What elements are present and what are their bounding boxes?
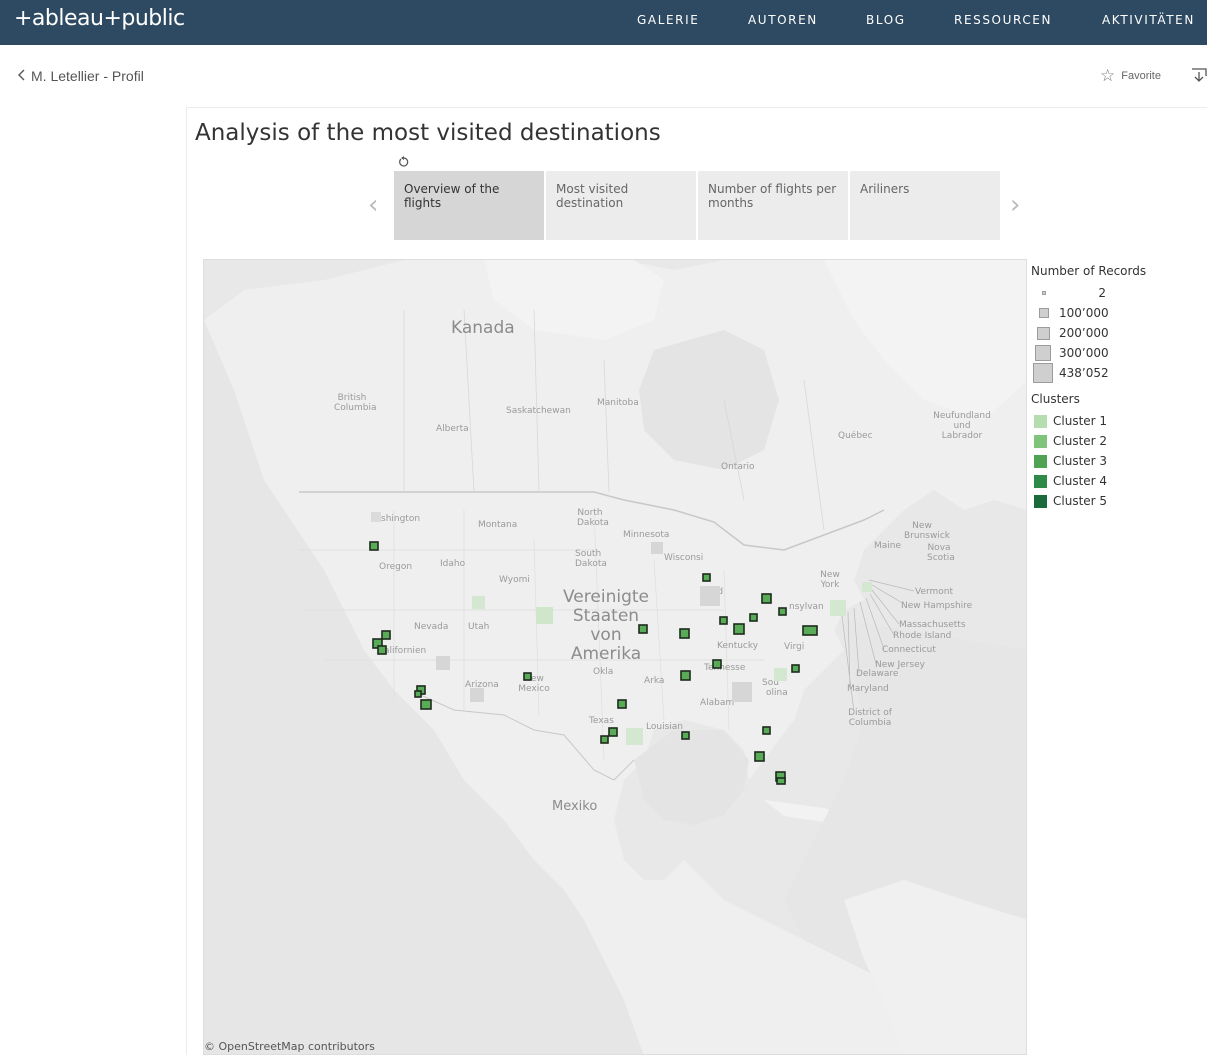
clusters-legend-title: Clusters [1031, 392, 1080, 406]
back-link-label: M. Letellier - Profil [31, 68, 144, 84]
cluster-legend-item[interactable]: Cluster 5 [1031, 492, 1207, 512]
cluster-swatch [1034, 435, 1047, 448]
size-legend-label: 200’000 [1059, 326, 1109, 340]
next-story-arrow[interactable]: › [1010, 190, 1020, 220]
cluster-legend-item[interactable]: Cluster 3 [1031, 452, 1207, 472]
nav-autoren[interactable]: AUTOREN [748, 13, 818, 27]
cluster-legend-item[interactable]: Cluster 2 [1031, 432, 1207, 452]
size-legend-item: 438’052 [1031, 363, 1207, 388]
cluster-legend-item[interactable]: Cluster 4 [1031, 472, 1207, 492]
size-legend-label: 300’000 [1059, 346, 1109, 360]
favorite-label: Favorite [1121, 70, 1161, 82]
favorite-button[interactable]: ☆ Favorite [1100, 66, 1161, 86]
cluster-swatch [1034, 455, 1047, 468]
cluster-label: Cluster 4 [1053, 474, 1108, 488]
tab-overview-of-the-flights[interactable]: Overview of the flights [394, 171, 544, 240]
airport-markers[interactable] [204, 260, 1027, 1055]
size-legend-item: 200’000 [1031, 324, 1207, 344]
back-to-profile-link[interactable]: M. Letellier - Profil [18, 68, 144, 84]
tab-most-visited-destination[interactable]: Most visited destination [546, 171, 696, 240]
cluster-swatch [1034, 475, 1047, 488]
nav-ressourcen[interactable]: RESSOURCEN [954, 13, 1052, 27]
cluster-legend-item[interactable]: Cluster 1 [1031, 412, 1207, 432]
cluster-swatch [1034, 415, 1047, 428]
cluster-swatch [1034, 495, 1047, 508]
star-icon: ☆ [1100, 66, 1116, 85]
download-icon[interactable] [1190, 66, 1207, 84]
size-legend-label: 2 [1098, 286, 1106, 300]
content-divider [186, 107, 1207, 108]
chevron-left-icon [18, 68, 25, 84]
map-legend: Number of Records 2 100’000 200’000 300’… [1031, 264, 1207, 512]
nav-aktivitaeten[interactable]: AKTIVITÄTEN [1102, 13, 1195, 27]
cluster-label: Cluster 3 [1053, 454, 1108, 468]
nav-blog[interactable]: BLOG [866, 13, 906, 27]
map-attribution[interactable]: © OpenStreetMap contributors [204, 1040, 375, 1053]
cluster-label: Cluster 2 [1053, 434, 1108, 448]
story-title: Analysis of the most visited destination… [195, 120, 661, 146]
size-legend-label: 100’000 [1059, 306, 1109, 320]
size-legend-item: 300’000 [1031, 344, 1207, 364]
tab-ariliners[interactable]: Ariliners [850, 171, 1000, 240]
tab-number-of-flights-per-months[interactable]: Number of flights per months [698, 171, 848, 240]
content-divider-vertical [186, 107, 187, 1055]
size-legend-item: 100’000 [1031, 304, 1207, 324]
top-navigation-bar: +ableau+public GALERIE AUTOREN BLOG RESS… [0, 0, 1207, 45]
size-legend-title: Number of Records [1031, 264, 1147, 278]
revert-icon[interactable] [398, 156, 410, 171]
cluster-label: Cluster 5 [1053, 494, 1108, 508]
cluster-label: Cluster 1 [1053, 414, 1108, 428]
size-legend-label: 438’052 [1059, 366, 1109, 380]
size-legend-item: 2 [1031, 284, 1207, 304]
tableau-public-logo[interactable]: +ableau+public [14, 6, 185, 31]
nav-galerie[interactable]: GALERIE [637, 13, 699, 27]
previous-story-arrow[interactable]: ‹ [368, 190, 378, 220]
flights-map[interactable]: Kanada Vereinigte Staaten von Amerika Me… [203, 259, 1027, 1055]
